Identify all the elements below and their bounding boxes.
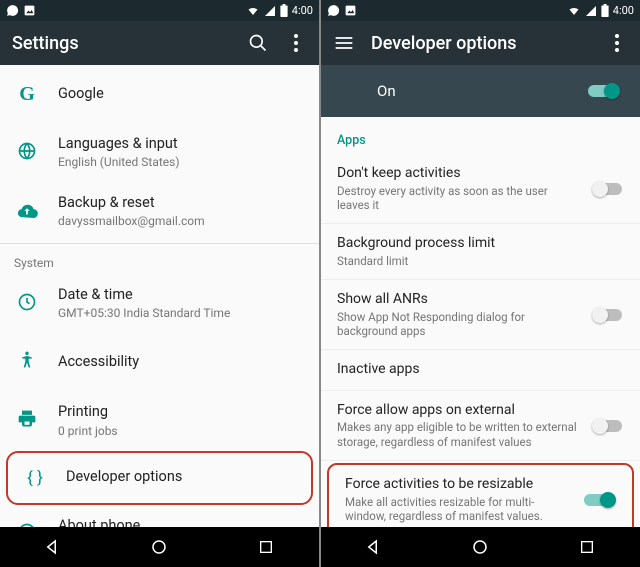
image-icon (23, 4, 36, 17)
back-icon[interactable] (43, 537, 63, 557)
section-label-apps: Apps (321, 117, 640, 154)
item-title: Printing (58, 403, 305, 421)
settings-item-accessibility[interactable]: Accessibility (0, 333, 319, 391)
nav-bar (0, 527, 319, 567)
section-label-system: System (0, 246, 319, 274)
globe-icon (17, 141, 37, 165)
divider (0, 243, 319, 244)
dev-item-inactive-apps[interactable]: Inactive apps (321, 350, 640, 391)
image-icon (344, 4, 357, 17)
accessibility-icon (17, 350, 37, 374)
phone-right: 4:00 Developer options On Apps Don't kee… (321, 0, 640, 567)
printer-icon (17, 409, 37, 433)
item-sub: Standard limit (337, 254, 626, 268)
item-sub: davyssmailbox@gmail.com (58, 214, 305, 229)
master-toggle-label: On (377, 82, 396, 100)
highlight-developer-options: { } Developer options (6, 451, 313, 505)
status-time: 4:00 (613, 4, 634, 17)
item-sub: Show App Not Responding dialog for backg… (337, 310, 582, 339)
cloud-upload-icon (16, 202, 38, 222)
braces-icon: { } (27, 468, 43, 488)
highlight-force-resizable: Force activities to be resizableMake all… (327, 463, 634, 527)
item-title: Background process limit (337, 235, 626, 253)
item-title: Backup & reset (58, 194, 305, 212)
master-toggle[interactable] (588, 82, 622, 100)
settings-item-backup[interactable]: Backup & reset davyssmailbox@gmail.com (0, 182, 319, 241)
item-title: Developer options (66, 468, 297, 486)
settings-item-printing[interactable]: Printing 0 print jobs (0, 391, 319, 450)
item-sub: English (United States) (58, 155, 305, 170)
item-title: Date & time (58, 286, 305, 304)
nav-bar (321, 527, 640, 567)
status-bar: 4:00 (0, 0, 319, 21)
signal-icon (585, 5, 597, 17)
developer-options-list: Apps Don't keep activitiesDestroy every … (321, 117, 640, 527)
toggle[interactable] (592, 417, 626, 435)
battery-icon (601, 4, 609, 17)
settings-list: G Google Languages & input English (Unite… (0, 65, 319, 527)
battery-icon (280, 4, 288, 17)
master-toggle-bar: On (321, 65, 640, 117)
wifi-icon (246, 5, 260, 17)
dev-item-show-anrs[interactable]: Show all ANRsShow App Not Responding dia… (321, 280, 640, 350)
overflow-icon[interactable] (606, 32, 628, 54)
toggle[interactable] (584, 491, 618, 509)
dev-item-force-external[interactable]: Force allow apps on externalMakes any ap… (321, 391, 640, 461)
back-icon[interactable] (364, 537, 384, 557)
settings-item-datetime[interactable]: Date & time GMT+05:30 India Standard Time (0, 274, 319, 333)
whatsapp-icon (6, 4, 19, 17)
item-sub: Destroy every activity as soon as the us… (337, 184, 582, 213)
toggle[interactable] (592, 306, 626, 324)
home-icon[interactable] (470, 537, 490, 557)
item-sub: 0 print jobs (58, 424, 305, 439)
recents-icon[interactable] (256, 537, 276, 557)
app-title: Developer options (371, 33, 590, 54)
search-icon[interactable] (247, 32, 269, 54)
menu-icon[interactable] (333, 32, 355, 54)
item-title: About phone (58, 517, 305, 528)
item-title: Google (58, 85, 305, 103)
item-title: Show all ANRs (337, 291, 582, 309)
item-title: Inactive apps (337, 361, 626, 379)
recents-icon[interactable] (577, 537, 597, 557)
phone-left: 4:00 Settings G Google Languages & input… (0, 0, 319, 567)
app-bar: Developer options (321, 21, 640, 65)
item-title: Force activities to be resizable (345, 476, 574, 494)
item-sub: Make all activities resizable for multi-… (345, 495, 574, 524)
item-sub: Makes any app eligible to be written to … (337, 420, 582, 449)
wifi-icon (567, 5, 581, 17)
status-time: 4:00 (292, 4, 313, 17)
google-icon: G (19, 83, 35, 106)
whatsapp-icon (327, 4, 340, 17)
item-title: Force allow apps on external (337, 402, 582, 420)
app-title: Settings (12, 33, 231, 54)
item-title: Don't keep activities (337, 165, 582, 183)
dev-item-bg-process-limit[interactable]: Background process limitStandard limit (321, 224, 640, 280)
settings-item-developer-options[interactable]: { } Developer options (8, 453, 311, 503)
settings-item-languages[interactable]: Languages & input English (United States) (0, 123, 319, 182)
dev-item-force-resizable[interactable]: Force activities to be resizableMake all… (329, 465, 632, 527)
item-title: Accessibility (58, 353, 305, 371)
toggle[interactable] (592, 180, 626, 198)
item-title: Languages & input (58, 135, 305, 153)
signal-icon (264, 5, 276, 17)
home-icon[interactable] (149, 537, 169, 557)
dev-item-dont-keep-activities[interactable]: Don't keep activitiesDestroy every activ… (321, 154, 640, 224)
settings-item-google[interactable]: G Google (0, 65, 319, 123)
settings-item-about-phone[interactable]: About phoneAndroid 7.0 (0, 505, 319, 528)
clock-icon (17, 292, 37, 316)
item-sub: GMT+05:30 India Standard Time (58, 306, 305, 321)
overflow-icon[interactable] (285, 32, 307, 54)
app-bar: Settings (0, 21, 319, 65)
status-bar: 4:00 (321, 0, 640, 21)
